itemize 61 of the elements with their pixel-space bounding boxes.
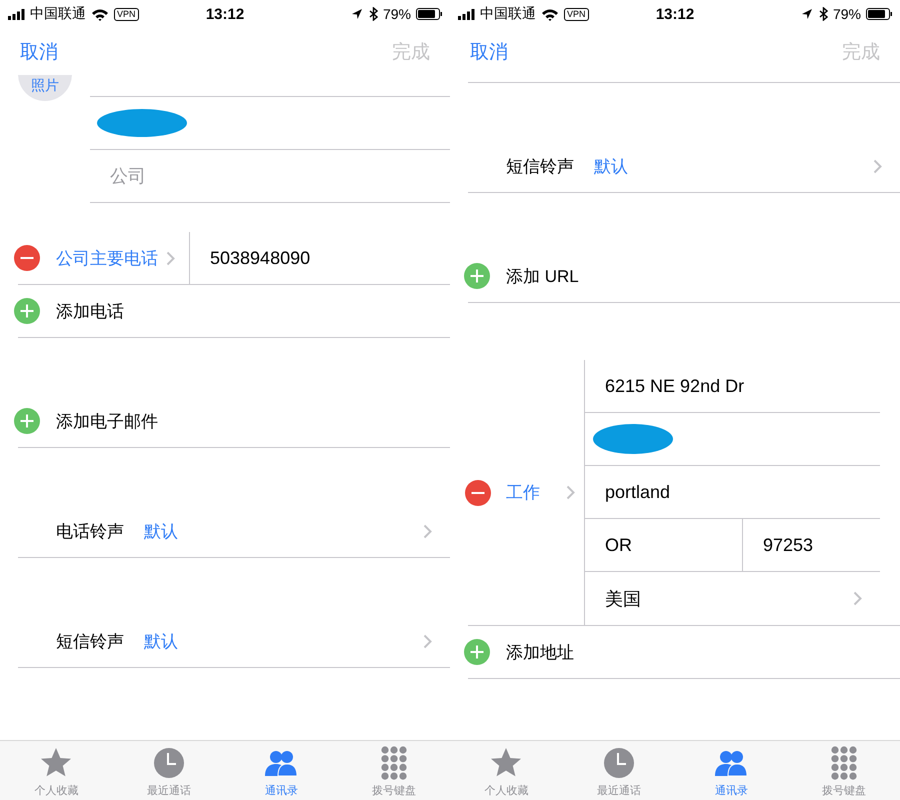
- clock-icon: [602, 746, 636, 780]
- add-item-label[interactable]: 添加 URL: [506, 264, 579, 288]
- clock-icon: [152, 746, 186, 780]
- phone-type-label[interactable]: 公司主要电话: [56, 246, 158, 270]
- battery-icon: [416, 8, 442, 20]
- address-type-label[interactable]: 工作: [506, 481, 540, 504]
- bluetooth-icon: [368, 7, 378, 21]
- signal-icon: [8, 8, 25, 20]
- chevron-icon: [873, 158, 882, 174]
- tab[interactable]: 拨号键盘: [788, 741, 900, 800]
- carrier-name: 中国联通: [30, 5, 86, 23]
- tab[interactable]: 通讯录: [225, 741, 338, 800]
- setting-label: 短信铃声: [506, 156, 574, 178]
- location-icon: [800, 8, 813, 20]
- add-icon[interactable]: [464, 263, 490, 289]
- cancel-button[interactable]: 取消: [20, 38, 58, 64]
- vpn-badge: VPN: [564, 8, 589, 20]
- battery-icon: [866, 8, 892, 20]
- add-icon[interactable]: [14, 298, 40, 324]
- tab[interactable]: 通讯录: [675, 741, 788, 800]
- setting-value[interactable]: 默认: [144, 630, 178, 652]
- vpn-badge: VPN: [114, 8, 139, 20]
- setting-value[interactable]: 默认: [594, 154, 628, 178]
- tab[interactable]: 最近通话: [112, 741, 225, 800]
- add-item-label[interactable]: 添加地址: [506, 640, 574, 664]
- delete-icon[interactable]: [465, 480, 491, 506]
- chevron-icon: [423, 524, 432, 538]
- tab[interactable]: 最近通话: [562, 741, 675, 800]
- clock-time: 13:12: [656, 6, 694, 22]
- chevron-icon: [566, 485, 575, 500]
- address-field[interactable]: 6215 NE 92nd Dr: [585, 360, 880, 413]
- setting-label: 电话铃声: [56, 520, 124, 542]
- cancel-button[interactable]: 取消: [470, 38, 508, 64]
- wifi-icon: [541, 8, 559, 20]
- phone-number-field[interactable]: 5038948090: [210, 248, 310, 268]
- wifi-icon: [91, 8, 109, 20]
- tab[interactable]: 拨号键盘: [338, 741, 450, 800]
- signal-icon: [458, 8, 475, 20]
- carrier-name: 中国联通: [480, 5, 536, 23]
- add-icon[interactable]: [464, 639, 490, 665]
- address-field[interactable]: portland: [585, 466, 880, 519]
- battery-percent: 79%: [832, 6, 861, 22]
- chevron-icon: [423, 634, 432, 648]
- add-item-label[interactable]: 添加电话: [56, 300, 124, 322]
- battery-percent: 79%: [382, 6, 411, 22]
- address-field[interactable]: OR: [585, 519, 743, 571]
- country-field[interactable]: 美国: [605, 586, 641, 610]
- setting-value[interactable]: 默认: [144, 520, 178, 542]
- add-icon[interactable]: [14, 408, 40, 434]
- clock-time: 13:12: [206, 6, 244, 22]
- chevron-icon: [853, 591, 862, 606]
- tab[interactable]: 个人收藏: [0, 741, 112, 800]
- address-field[interactable]: 97253: [743, 519, 814, 571]
- add-item-label[interactable]: 添加电子邮件: [56, 410, 158, 432]
- delete-icon[interactable]: [14, 245, 40, 271]
- chevron-icon: [166, 250, 175, 266]
- bluetooth-icon: [818, 7, 828, 21]
- setting-label: 短信铃声: [56, 630, 124, 652]
- photo-button[interactable]: 照片: [18, 75, 72, 101]
- location-icon: [350, 8, 363, 20]
- tab[interactable]: 个人收藏: [450, 741, 562, 800]
